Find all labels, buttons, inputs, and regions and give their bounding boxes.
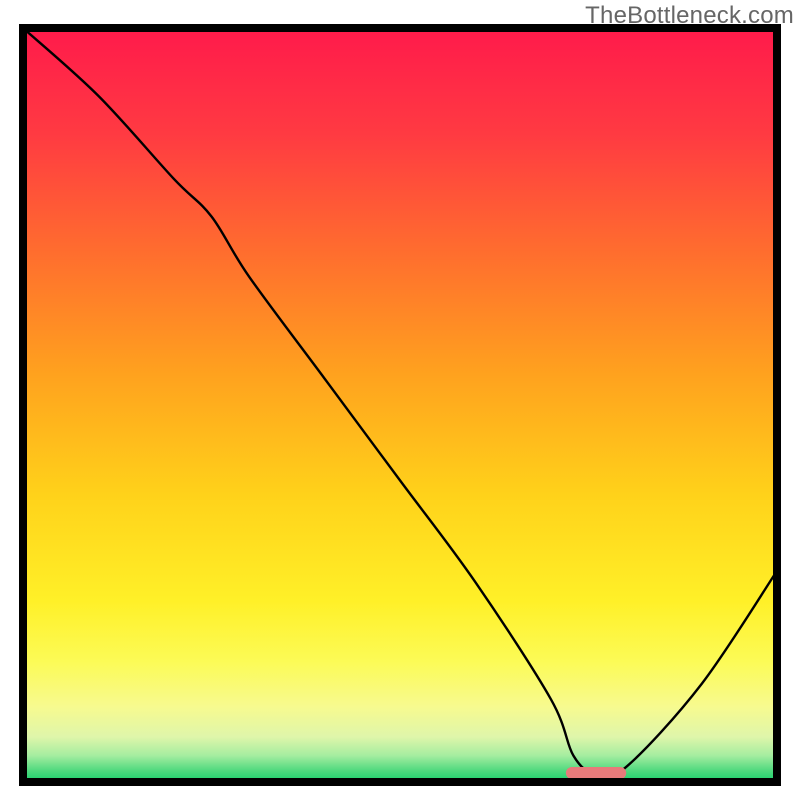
watermark-text: TheBottleneck.com — [585, 2, 794, 30]
plot-background-gradient — [23, 28, 777, 782]
bottleneck-chart-svg — [0, 0, 800, 800]
chart-frame: TheBottleneck.com — [0, 0, 800, 800]
optimal-marker — [566, 767, 626, 779]
